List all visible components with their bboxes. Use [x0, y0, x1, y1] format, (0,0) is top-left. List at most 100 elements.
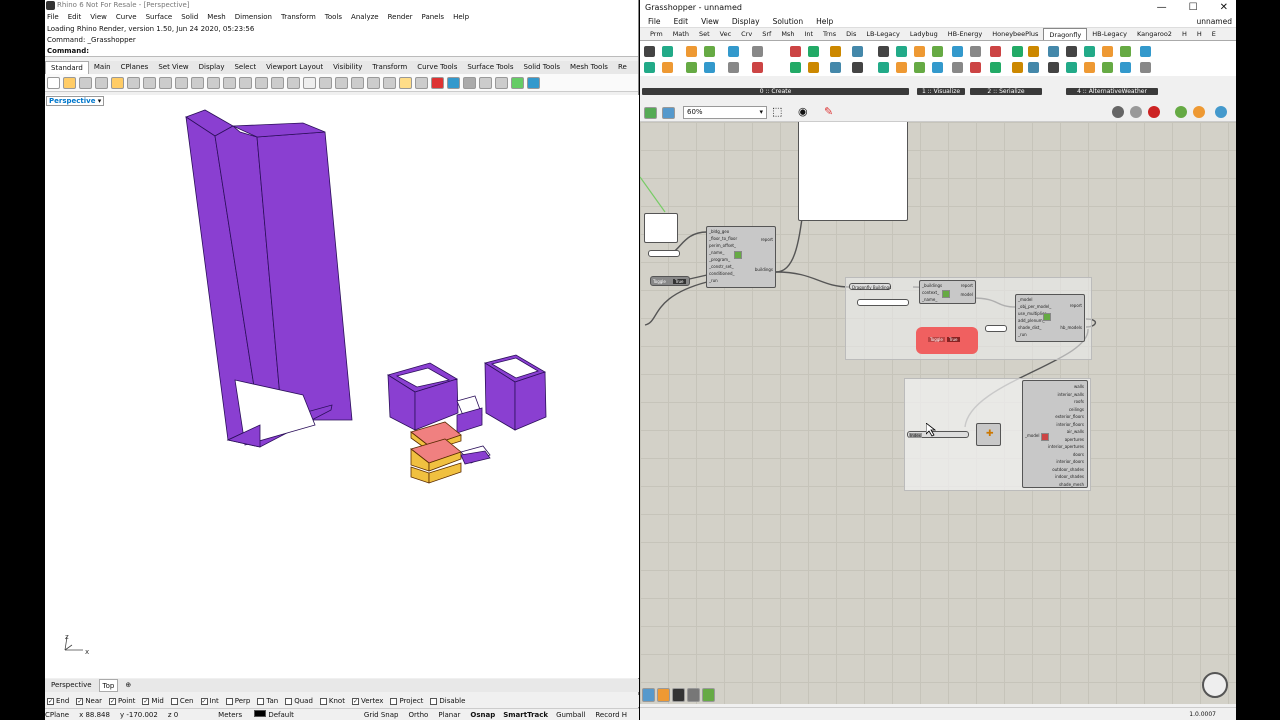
dragonfly-tool-icon[interactable] — [686, 46, 697, 57]
gh-tab-crv-4[interactable]: Crv — [736, 28, 757, 40]
gh-tab-dis-9[interactable]: Dis — [841, 28, 861, 40]
status-cplane[interactable]: CPlane — [45, 709, 79, 720]
viewport-tab-top[interactable]: Top — [98, 679, 119, 692]
dragonfly-tool-icon[interactable] — [914, 46, 925, 57]
model-to-honeybee-component[interactable]: _model _obj_per_model_ use_multiplier_ add_… — [1015, 294, 1085, 342]
output-apertures[interactable]: apertures — [1065, 437, 1084, 442]
print-icon[interactable] — [95, 77, 108, 89]
rhino-menu-transform[interactable]: Transform — [281, 11, 316, 24]
output-roofs[interactable]: roofs — [1074, 399, 1084, 404]
copy-icon[interactable] — [143, 77, 156, 89]
rhino-menu-curve[interactable]: Curve — [116, 11, 137, 24]
input-context[interactable]: context_ — [922, 290, 939, 295]
status-grid-snap[interactable]: Grid Snap — [364, 709, 409, 720]
rhino-menu-mesh[interactable]: Mesh — [207, 11, 225, 24]
rhino-menu-help[interactable]: Help — [453, 11, 469, 24]
input-constrset[interactable]: _constr_set_ — [709, 264, 734, 269]
input-buildings[interactable]: _buildings — [922, 283, 942, 288]
osnap-int[interactable]: ✓ Int — [200, 695, 219, 707]
toolbar-tab-re[interactable]: Re — [613, 61, 632, 74]
osnap-perp[interactable]: Perp — [225, 695, 250, 707]
dragonfly-tool-icon[interactable] — [914, 62, 925, 73]
viewport-tab-perspective[interactable]: Perspective — [48, 679, 95, 692]
group-create[interactable]: 0 :: Create — [642, 88, 909, 95]
save-icon[interactable] — [79, 77, 92, 89]
zoom-selected-icon[interactable] — [271, 77, 284, 89]
rhino-menu-file[interactable]: File — [47, 11, 59, 24]
osnap-cen[interactable]: Cen — [170, 695, 194, 707]
dragonfly-tool-icon[interactable] — [1140, 46, 1151, 57]
dragonfly-tool-icon[interactable] — [1012, 46, 1023, 57]
import-icon[interactable] — [111, 77, 124, 89]
toolbar-tab-viewport-layout[interactable]: Viewport Layout — [261, 61, 328, 74]
osnap-checkbox[interactable]: ✓ — [142, 697, 150, 705]
paste-icon[interactable] — [159, 77, 172, 89]
gh-menu-view[interactable]: View — [701, 15, 719, 27]
gh-tab-msh-6[interactable]: Msh — [776, 28, 799, 40]
dragonfly-tool-icon[interactable] — [808, 62, 819, 73]
dragonfly-tool-icon[interactable] — [990, 62, 1001, 73]
boolean-toggle-2-selected[interactable]: Toggle True — [916, 327, 978, 354]
settings-icon[interactable] — [479, 77, 492, 89]
paint-brush-icon[interactable]: ✎ — [824, 105, 833, 118]
gh-menu-display[interactable]: Display — [732, 15, 760, 27]
maximize-button[interactable]: ☐ — [1189, 0, 1198, 15]
dragonfly-tool-icon[interactable] — [644, 62, 655, 73]
gh-tab-h-17[interactable]: H — [1177, 28, 1192, 40]
dragonfly-tool-icon[interactable] — [1028, 62, 1039, 73]
dragonfly-building-component[interactable]: _bldg_geo _floor_to_floor perim_offset_ _na… — [706, 226, 776, 288]
output-report[interactable]: report — [761, 237, 773, 242]
viewport-title[interactable]: Perspective ▾ — [46, 96, 105, 106]
status-layer[interactable]: Default — [254, 709, 364, 720]
join-icon[interactable] — [351, 77, 364, 89]
dragonfly-tool-icon[interactable] — [830, 62, 841, 73]
gh-tab-prm-0[interactable]: Prm — [645, 28, 668, 40]
dragonfly-tool-icon[interactable] — [1120, 62, 1131, 73]
status-smarttrack[interactable]: SmartTrack — [503, 709, 556, 720]
gh-tab-honeybeeplus-13[interactable]: HoneybeePlus — [987, 28, 1043, 40]
osnap-end[interactable]: ✓ End — [47, 695, 69, 707]
dragonfly-tool-icon[interactable] — [1028, 46, 1039, 57]
dragonfly-tool-icon[interactable] — [1012, 62, 1023, 73]
toolbar-tab-standard[interactable]: Standard — [45, 61, 89, 74]
open-file-icon[interactable] — [644, 107, 657, 119]
add-viewport-icon[interactable]: ⊕ — [122, 679, 134, 692]
color-mode-icon[interactable] — [1193, 106, 1205, 118]
gh-document-name[interactable]: unnamed — [1196, 15, 1232, 28]
dragonfly-tool-icon[interactable] — [990, 46, 1001, 57]
dragonfly-tool-icon[interactable] — [728, 62, 739, 73]
input-run[interactable]: _run — [709, 278, 718, 283]
rhino-menu-solid[interactable]: Solid — [181, 11, 198, 24]
dragonfly-tool-icon[interactable] — [1048, 62, 1059, 73]
render-icon[interactable] — [431, 77, 444, 89]
curve-icon[interactable] — [335, 77, 348, 89]
gh-tab-ladybug-11[interactable]: Ladybug — [905, 28, 943, 40]
toolbar-tab-visibility[interactable]: Visibility — [328, 61, 367, 74]
gh-menu-help[interactable]: Help — [816, 15, 833, 27]
rhino-menu-analyze[interactable]: Analyze — [351, 11, 379, 24]
gh-tab-math-1[interactable]: Math — [668, 28, 694, 40]
properties-icon[interactable] — [415, 77, 428, 89]
status-osnap[interactable]: Osnap — [470, 709, 503, 720]
viewport-dropdown-icon[interactable]: ▾ — [98, 97, 102, 105]
gh-tab-kangaroo2-16[interactable]: Kangaroo2 — [1132, 28, 1177, 40]
dragonfly-tool-icon[interactable] — [1102, 46, 1113, 57]
input-objpermodel[interactable]: _obj_per_model_ — [1018, 304, 1051, 309]
dragonfly-tool-icon[interactable] — [1120, 46, 1131, 57]
globe-icon[interactable] — [511, 77, 524, 89]
gh-tab-e-19[interactable]: E — [1207, 28, 1221, 40]
rhino-menu-render[interactable]: Render — [388, 11, 413, 24]
output-report[interactable]: report — [1070, 303, 1082, 308]
input-run[interactable]: _run — [1018, 332, 1027, 337]
input-shadedist[interactable]: shade_dist_ — [1018, 325, 1041, 330]
preview-eye-icon[interactable]: ◉ — [798, 105, 808, 118]
status-ortho[interactable]: Ortho — [408, 709, 438, 720]
perspective-viewport[interactable]: x z — [45, 95, 639, 678]
rhino-menu-panels[interactable]: Panels — [422, 11, 445, 24]
gh-tab-hb-legacy-15[interactable]: HB-Legacy — [1087, 28, 1132, 40]
undo-icon[interactable] — [175, 77, 188, 89]
gh-menu-solution[interactable]: Solution — [773, 15, 804, 27]
dragonfly-tool-icon[interactable] — [808, 46, 819, 57]
group-serialize[interactable]: 2 :: Serialize — [970, 88, 1042, 95]
input-bldggeo[interactable]: _bldg_geo — [709, 229, 729, 234]
